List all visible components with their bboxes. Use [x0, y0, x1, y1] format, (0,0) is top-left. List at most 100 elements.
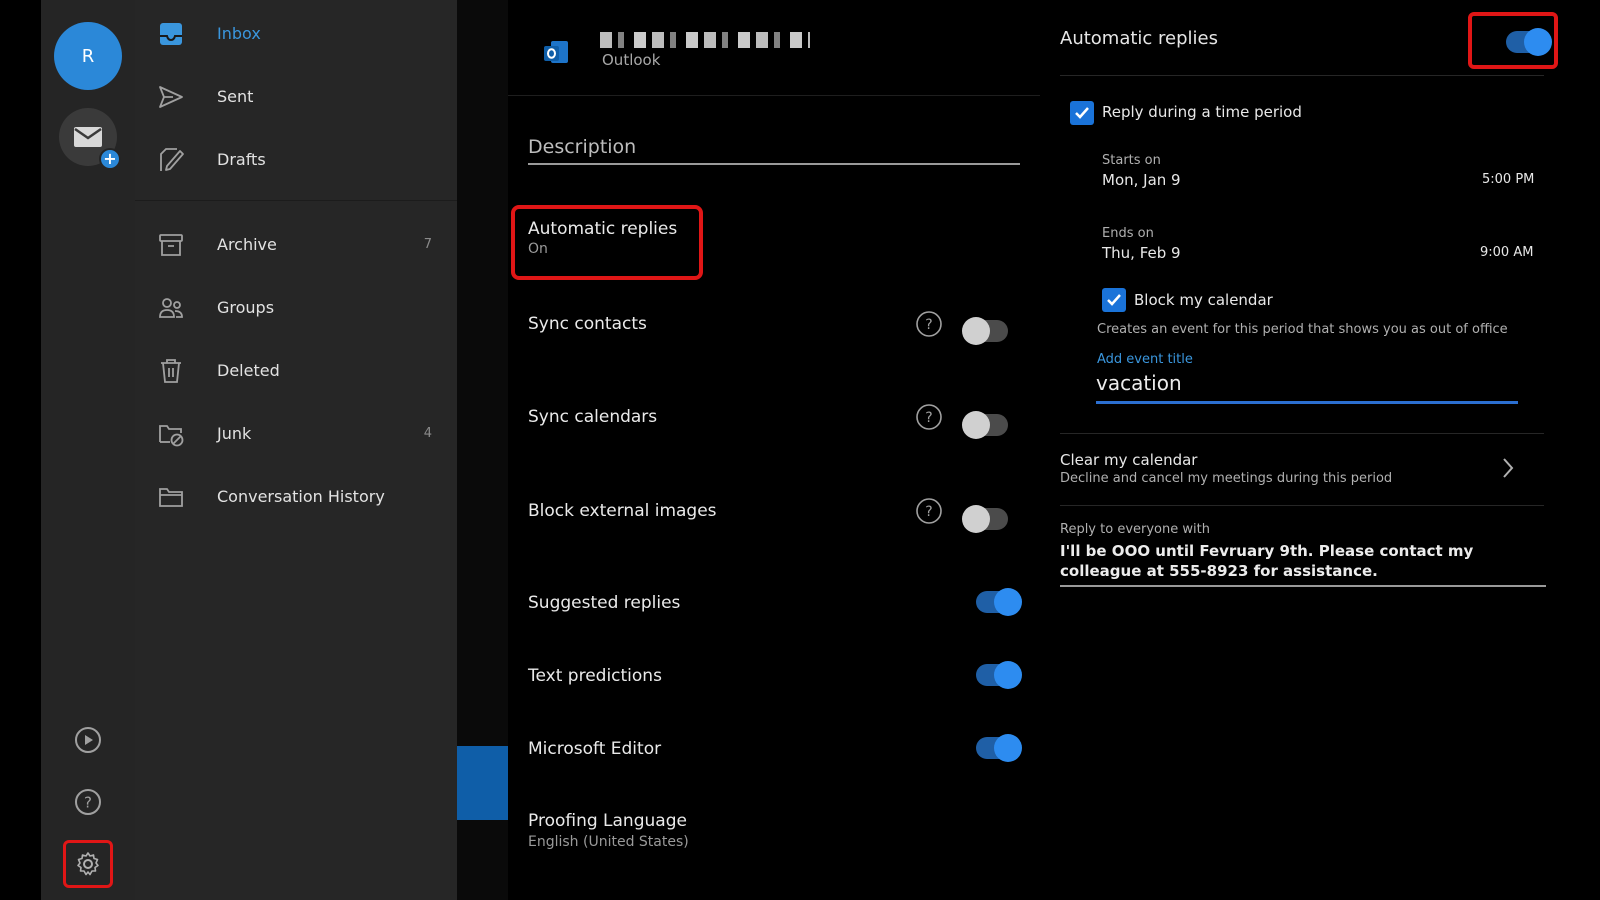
help-icon[interactable]: ?: [915, 403, 943, 431]
help-button[interactable]: ?: [68, 782, 108, 822]
end-time[interactable]: 9:00 AM: [1480, 245, 1533, 260]
sync-calendars-label: Sync calendars: [528, 407, 658, 427]
text-predictions-toggle[interactable]: [976, 661, 1022, 689]
folder-groups[interactable]: Groups: [135, 283, 457, 333]
settings-highlight: [63, 840, 113, 888]
folder-count: 7: [423, 237, 432, 252]
clear-calendar-setting[interactable]: Clear my calendar: [1060, 451, 1197, 469]
toggle-knob: [1524, 28, 1552, 56]
event-title-input[interactable]: vacation: [1096, 371, 1518, 404]
folder-icon: [159, 488, 183, 507]
checkmark-icon: [1107, 294, 1121, 306]
folder-inbox[interactable]: Inbox: [135, 9, 457, 59]
junk-icon: [159, 425, 184, 447]
help-icon: ?: [75, 789, 101, 815]
ends-on-label: Ends on: [1102, 226, 1154, 241]
folder-conversation-history[interactable]: Conversation History: [135, 472, 457, 522]
block-calendar-description: Creates an event for this period that sh…: [1097, 322, 1508, 337]
block-calendar-label: Block my calendar: [1134, 291, 1273, 309]
toggle-knob: [994, 588, 1022, 616]
play-icon: [75, 727, 101, 753]
reply-message-field[interactable]: I'll be OOO until Fevruary 9th. Please c…: [1060, 541, 1548, 581]
help-icon[interactable]: ?: [915, 310, 943, 338]
folder-label: Conversation History: [217, 487, 385, 506]
trash-icon: [161, 359, 181, 383]
reply-period-checkbox[interactable]: [1070, 101, 1094, 125]
selected-message-edge: [457, 746, 508, 820]
plus-icon: +: [99, 148, 121, 170]
description-field-label[interactable]: Description: [528, 136, 636, 158]
toggle-knob: [962, 411, 990, 439]
account-email-redacted: [600, 32, 810, 48]
start-time[interactable]: 5:00 PM: [1482, 172, 1534, 187]
folder-drafts[interactable]: Drafts: [135, 135, 457, 185]
account-type: Outlook: [602, 51, 661, 69]
toggle-knob: [962, 505, 990, 533]
chevron-right-icon[interactable]: [1500, 456, 1516, 480]
reply-message-underline: [1060, 585, 1546, 587]
folder-label: Drafts: [217, 150, 266, 169]
archive-icon: [159, 234, 183, 256]
folder-divider: [135, 200, 457, 201]
reply-period-label: Reply during a time period: [1102, 103, 1302, 121]
sync-contacts-label: Sync contacts: [528, 314, 647, 334]
start-date[interactable]: Mon, Jan 9: [1102, 171, 1181, 189]
folder-label: Sent: [217, 87, 254, 106]
suggested-replies-label: Suggested replies: [528, 593, 681, 613]
folder-count: 4: [423, 426, 432, 441]
block-calendar-checkbox[interactable]: [1102, 288, 1126, 312]
microsoft-editor-toggle[interactable]: [976, 734, 1022, 762]
reply-everyone-label: Reply to everyone with: [1060, 522, 1210, 537]
svg-text:?: ?: [925, 504, 932, 520]
folder-sent[interactable]: Sent: [135, 72, 457, 122]
svg-text:?: ?: [925, 410, 932, 426]
folder-pane: Inbox Sent Drafts Archive 7 Groups Delet…: [135, 0, 457, 900]
panel-divider: [1060, 75, 1544, 76]
settings-divider: [508, 95, 1040, 96]
svg-text:?: ?: [925, 317, 932, 333]
block-external-images-toggle[interactable]: [962, 505, 1008, 533]
folder-label: Deleted: [217, 361, 280, 380]
folder-archive[interactable]: Archive 7: [135, 220, 457, 270]
proofing-language-value: English (United States): [528, 834, 689, 850]
automatic-replies-panel: Automatic replies Reply during a time pe…: [1040, 0, 1600, 900]
account-settings: Outlook Description Automatic replies On…: [508, 0, 1040, 900]
toggle-knob: [994, 734, 1022, 762]
automatic-replies-toggle[interactable]: [1506, 28, 1552, 56]
folder-deleted[interactable]: Deleted: [135, 346, 457, 396]
mail-icon: [74, 127, 102, 147]
panel-divider: [1060, 433, 1544, 434]
play-button[interactable]: [68, 720, 108, 760]
folder-label: Archive: [217, 235, 277, 254]
folder-label: Groups: [217, 298, 275, 317]
sync-calendars-toggle[interactable]: [962, 411, 1008, 439]
folder-label: Inbox: [217, 24, 261, 43]
folder-junk[interactable]: Junk 4: [135, 409, 457, 459]
proofing-language-setting[interactable]: Proofing Language: [528, 811, 687, 831]
help-icon[interactable]: ?: [915, 497, 943, 525]
sync-contacts-toggle[interactable]: [962, 317, 1008, 345]
end-date[interactable]: Thu, Feb 9: [1102, 244, 1181, 262]
clear-calendar-description: Decline and cancel my meetings during th…: [1060, 471, 1393, 486]
folder-label: Junk: [217, 424, 252, 443]
panel-divider: [1060, 505, 1544, 506]
automatic-replies-status: On: [528, 241, 548, 257]
account-rail: R + ?: [41, 0, 135, 900]
starts-on-label: Starts on: [1102, 153, 1161, 168]
avatar-initial: R: [81, 45, 95, 67]
inbox-icon: [160, 23, 182, 45]
outlook-icon: [544, 41, 568, 63]
groups-icon: [159, 298, 183, 318]
description-field-underline: [528, 163, 1020, 165]
sent-icon: [159, 86, 183, 108]
checkmark-icon: [1075, 107, 1089, 119]
text-predictions-label: Text predictions: [528, 666, 662, 686]
suggested-replies-toggle[interactable]: [976, 588, 1022, 616]
drafts-icon: [160, 148, 184, 171]
microsoft-editor-label: Microsoft Editor: [528, 739, 662, 759]
add-account-button[interactable]: +: [59, 108, 121, 170]
avatar[interactable]: R: [54, 22, 122, 90]
toggle-knob: [994, 661, 1022, 689]
svg-text:?: ?: [84, 794, 92, 812]
automatic-replies-setting[interactable]: Automatic replies: [528, 219, 677, 239]
